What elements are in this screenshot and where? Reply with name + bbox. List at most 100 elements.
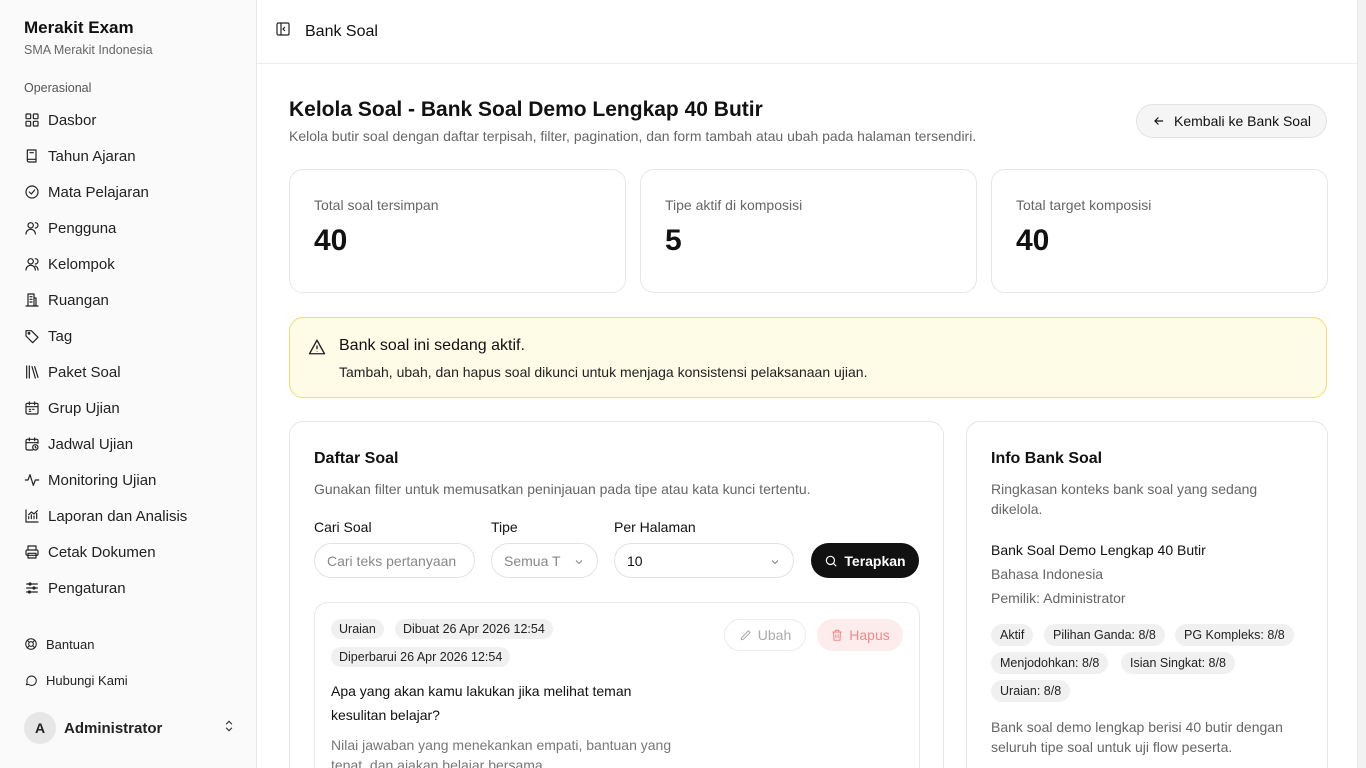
composition-badge: Menjodohkan: 8/8: [991, 652, 1109, 674]
created-date-badge: Dibuat 26 Apr 2026 12:54: [395, 619, 553, 639]
stat-label: Total soal tersimpan: [314, 197, 439, 213]
book-icon: [24, 148, 40, 164]
composition-badge: Pilihan Ganda: 8/8: [1044, 624, 1165, 646]
apply-filter-button[interactable]: Terapkan: [811, 543, 919, 578]
card-title: Daftar Soal: [314, 450, 399, 467]
sidebar-item-mata-pelajaran[interactable]: Mata Pelajaran: [16, 174, 240, 210]
bank-owner: Pemilik: Administrator: [991, 590, 1126, 606]
sidebar-item-label: Hubungi Kami: [46, 672, 128, 688]
composition-badge: Isian Singkat: 8/8: [1121, 652, 1235, 674]
bank-subject: Bahasa Indonesia: [991, 566, 1104, 582]
sidebar-item-label: Tahun Ajaran: [48, 147, 136, 165]
type-label: Tipe: [491, 519, 518, 535]
sidebar-item-label: Bantuan: [46, 636, 95, 652]
question-hint: Nilai jawaban yang menekankan empati, ba…: [331, 737, 672, 768]
sidebar-item-label: Dasbor: [48, 111, 97, 129]
apply-button-label: Terapkan: [844, 552, 906, 569]
library-icon: [24, 364, 40, 380]
tag-icon: [24, 328, 40, 344]
sidebar-item-cetak-dokumen[interactable]: Cetak Dokumen: [16, 534, 240, 570]
chart-icon: [24, 508, 40, 524]
sidebar-footer-nav: Bantuan Hubungi Kami: [16, 626, 240, 698]
sidebar-item-tahun-ajaran[interactable]: Tahun Ajaran: [16, 138, 240, 174]
page-subtitle: Kelola butir soal dengan daftar terpisah…: [289, 128, 977, 144]
question-item: Uraian Dibuat 26 Apr 2026 12:54 Diperbar…: [314, 602, 920, 768]
main-content: Bank Soal Kelola Soal - Bank Soal Demo L…: [256, 0, 1358, 768]
arrow-left-icon: [1154, 117, 1164, 125]
chevron-down-icon: [573, 555, 585, 571]
composition-badge: Uraian: 8/8: [991, 680, 1071, 702]
card-subtitle: Gunakan filter untuk memusatkan peninjau…: [314, 481, 811, 497]
activity-icon: [24, 472, 40, 488]
brand: Merakit Exam SMA Merakit Indonesia: [24, 18, 153, 57]
page-scrollbar[interactable]: [1358, 0, 1366, 768]
sidebar-item-jadwal-ujian[interactable]: Jadwal Ujian: [16, 426, 240, 462]
brand-subtitle: SMA Merakit Indonesia: [24, 43, 153, 57]
user-name: Administrator: [64, 719, 163, 737]
grid-icon: [24, 112, 40, 128]
building-icon: [24, 292, 40, 308]
card-subtitle: Ringkasan konteks bank soal yang sedang …: [991, 481, 1258, 517]
avatar: A: [24, 712, 56, 744]
per-page-label: Per Halaman: [614, 519, 696, 535]
chevron-down-icon: [769, 555, 781, 571]
edit-button-label: Ubah: [757, 627, 792, 643]
sidebar-item-label: Pengaturan: [48, 579, 126, 597]
sidebar-item-label: Grup Ujian: [48, 399, 120, 417]
sidebar-item-laporan[interactable]: Laporan dan Analisis: [16, 498, 240, 534]
search-input[interactable]: Cari teks pertanyaan: [314, 543, 475, 578]
sidebar-item-label: Paket Soal: [48, 363, 121, 381]
sidebar-item-label: Tag: [48, 327, 73, 345]
sidebar-item-label: Laporan dan Analisis: [48, 507, 188, 525]
stat-label: Total target komposisi: [1016, 197, 1152, 213]
bank-description: Bank soal demo lengkap berisi 40 butir d…: [991, 719, 1283, 755]
type-select[interactable]: Semua T: [491, 543, 598, 578]
active-bank-alert: Bank soal ini sedang aktif. Tambah, ubah…: [289, 317, 1327, 398]
stat-value: 40: [1016, 224, 1050, 257]
sidebar-item-pengaturan[interactable]: Pengaturan: [16, 570, 240, 606]
sidebar-item-dasbor[interactable]: Dasbor: [16, 102, 240, 138]
sidebar-item-kelompok[interactable]: Kelompok: [16, 246, 240, 282]
bank-info-card: Info Bank Soal Ringkasan konteks bank so…: [966, 421, 1328, 768]
per-page-select[interactable]: 10: [614, 543, 794, 578]
delete-question-button[interactable]: Hapus: [817, 619, 903, 651]
sidebar-item-tag[interactable]: Tag: [16, 318, 240, 354]
sidebar-item-paket-soal[interactable]: Paket Soal: [16, 354, 240, 390]
status-badge: Aktif: [991, 624, 1034, 646]
check-circle-icon: [24, 184, 40, 200]
sidebar-item-label: Ruangan: [48, 291, 109, 309]
stat-label: Tipe aktif di komposisi: [665, 197, 803, 213]
card-title: Info Bank Soal: [991, 450, 1103, 467]
sidebar-item-bantuan[interactable]: Bantuan: [16, 626, 240, 662]
sidebar-item-label: Pengguna: [48, 219, 117, 237]
chevron-up-down-icon: [222, 719, 236, 738]
help-icon: [24, 637, 38, 651]
sidebar-item-hubungi-kami[interactable]: Hubungi Kami: [16, 662, 240, 698]
sidebar-toggle-icon[interactable]: [275, 21, 291, 42]
sidebar-item-ruangan[interactable]: Ruangan: [16, 282, 240, 318]
sidebar-item-monitoring-ujian[interactable]: Monitoring Ujian: [16, 462, 240, 498]
sidebar-item-grup-ujian[interactable]: Grup Ujian: [16, 390, 240, 426]
delete-button-label: Hapus: [849, 627, 890, 643]
brand-title: Merakit Exam: [24, 18, 134, 37]
stat-card-total-target: Total target komposisi 40: [991, 169, 1328, 293]
calendar-icon: [24, 400, 40, 416]
alert-title: Bank soal ini sedang aktif.: [339, 337, 525, 354]
trash-icon: [832, 629, 842, 641]
sidebar-item-pengguna[interactable]: Pengguna: [16, 210, 240, 246]
per-page-value: 10: [627, 552, 643, 569]
stat-card-tipe-aktif: Tipe aktif di komposisi 5: [640, 169, 977, 293]
sidebar-item-label: Cetak Dokumen: [48, 543, 156, 561]
user-icon: [24, 220, 40, 236]
page-title: Kelola Soal - Bank Soal Demo Lengkap 40 …: [289, 98, 763, 121]
edit-question-button[interactable]: Ubah: [724, 619, 806, 651]
topbar: Bank Soal: [257, 0, 1357, 64]
sidebar-nav: Dasbor Tahun Ajaran Mata Pelajaran Pengg…: [16, 102, 240, 606]
user-menu[interactable]: A Administrator: [24, 712, 236, 744]
back-to-bank-soal-button[interactable]: Kembali ke Bank Soal: [1136, 104, 1327, 138]
question-type-badge: Uraian: [331, 619, 384, 639]
type-select-value: Semua T: [504, 552, 561, 569]
warning-icon: [308, 338, 326, 361]
pencil-icon: [740, 630, 751, 641]
stat-value: 5: [665, 224, 682, 257]
